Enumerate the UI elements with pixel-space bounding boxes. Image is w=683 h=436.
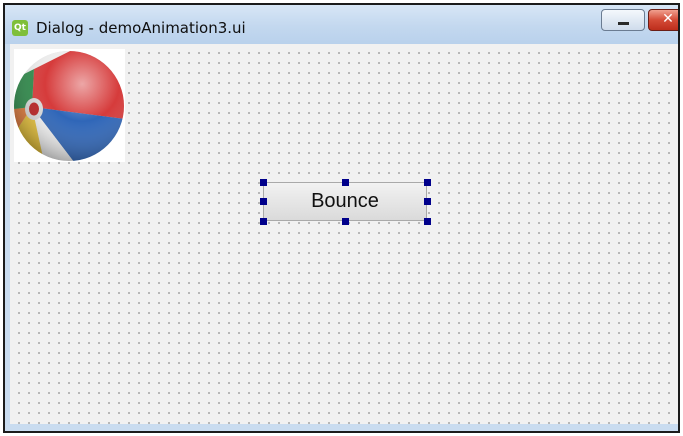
selection-handle-bottom-left[interactable]	[260, 218, 267, 225]
close-button[interactable]: ✕	[648, 9, 678, 31]
form-canvas[interactable]: Bounce	[10, 44, 678, 424]
bounce-button[interactable]: Bounce	[263, 182, 427, 221]
beach-ball-icon	[14, 51, 124, 161]
title-bar[interactable]: Qt Dialog - demoAnimation3.ui ✕	[5, 5, 678, 44]
selection-handle-top[interactable]	[342, 179, 349, 186]
selection-handle-top-left[interactable]	[260, 179, 267, 186]
selection-handle-bottom[interactable]	[342, 218, 349, 225]
close-icon: ✕	[662, 11, 674, 27]
dialog-window: Qt Dialog - demoAnimation3.ui ✕ Bounce	[3, 3, 680, 433]
beach-ball-image[interactable]	[14, 49, 125, 162]
selection-handle-right[interactable]	[424, 198, 431, 205]
selection-handle-bottom-right[interactable]	[424, 218, 431, 225]
selection-handle-left[interactable]	[260, 198, 267, 205]
window-title: Dialog - demoAnimation3.ui	[36, 19, 246, 37]
qt-designer-icon: Qt	[12, 20, 28, 36]
selection-handle-top-right[interactable]	[424, 179, 431, 186]
minimize-button[interactable]	[601, 9, 645, 31]
window-bottom-border	[5, 424, 678, 431]
minimize-icon	[618, 22, 629, 25]
